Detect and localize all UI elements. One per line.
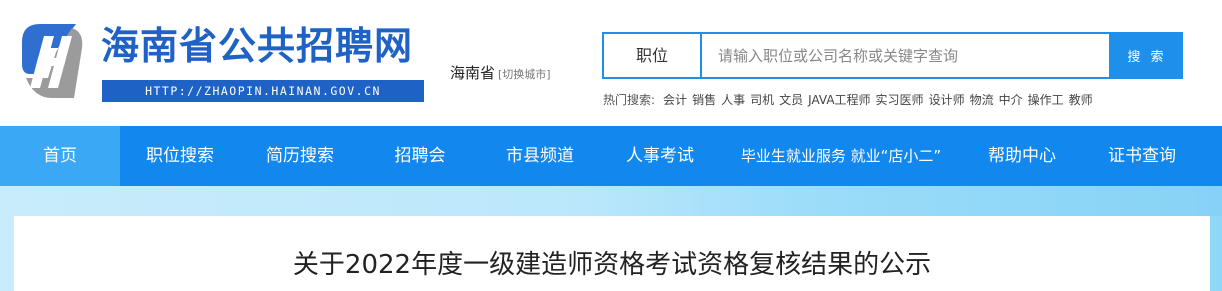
hot-search-term[interactable]: 文员 bbox=[779, 91, 803, 108]
nav-item-home[interactable]: 首页 bbox=[0, 126, 120, 186]
article-panel: 关于2022年度一级建造师资格考试资格复核结果的公示 bbox=[14, 216, 1210, 291]
hot-search-term[interactable]: 物流 bbox=[970, 91, 994, 108]
switch-city-link[interactable]: [切换城市] bbox=[498, 68, 551, 81]
hot-search-term[interactable]: 教师 bbox=[1069, 91, 1093, 108]
site-logo-icon[interactable] bbox=[14, 18, 86, 104]
search-type-select[interactable]: 职位 bbox=[604, 34, 702, 77]
nav-item-certificate-query[interactable]: 证书查询 bbox=[1082, 126, 1202, 186]
article-title: 关于2022年度一级建造师资格考试资格复核结果的公示 bbox=[292, 250, 932, 280]
search-box: 职位 bbox=[602, 32, 1111, 79]
hot-search-term[interactable]: 中介 bbox=[999, 91, 1023, 108]
search-input[interactable] bbox=[704, 34, 1109, 77]
nav-item-graduate-service[interactable]: 毕业生就业服务 就业“店小二” bbox=[720, 126, 962, 186]
hot-search-term[interactable]: 司机 bbox=[750, 91, 774, 108]
hot-search-label: 热门搜索: bbox=[603, 93, 656, 107]
nav-item-job-search[interactable]: 职位搜索 bbox=[120, 126, 240, 186]
hot-search-term[interactable]: 设计师 bbox=[929, 91, 965, 108]
hot-search-term[interactable]: 实习医师 bbox=[876, 91, 924, 108]
hot-search: 热门搜索: 会计 销售 人事 司机 文员 JAVA工程师 实习医师 设计师 物流… bbox=[603, 91, 1093, 108]
site-header: 海南省公共招聘网 HTTP://ZHAOPIN.HAINAN.GOV.CN 海南… bbox=[0, 0, 1222, 126]
search-button[interactable]: 搜 索 bbox=[1111, 32, 1183, 79]
nav-item-personnel-exam[interactable]: 人事考试 bbox=[600, 126, 720, 186]
nav-item-help-center[interactable]: 帮助中心 bbox=[962, 126, 1082, 186]
hot-search-term[interactable]: JAVA工程师 bbox=[808, 91, 870, 108]
site-url: HTTP://ZHAOPIN.HAINAN.GOV.CN bbox=[102, 80, 424, 102]
site-name[interactable]: 海南省公共招聘网 bbox=[101, 24, 413, 68]
nav-item-resume-search[interactable]: 简历搜索 bbox=[240, 126, 360, 186]
nav-item-job-fair[interactable]: 招聘会 bbox=[360, 126, 480, 186]
hot-search-term[interactable]: 人事 bbox=[721, 91, 745, 108]
hot-search-term[interactable]: 销售 bbox=[692, 91, 716, 108]
city-name: 海南省 bbox=[450, 64, 496, 82]
background-accent bbox=[580, 186, 1222, 216]
hot-search-term[interactable]: 会计 bbox=[663, 91, 687, 108]
main-nav: 首页 职位搜索 简历搜索 招聘会 市县频道 人事考试 毕业生就业服务 就业“店小… bbox=[0, 126, 1222, 186]
nav-item-city-channel[interactable]: 市县频道 bbox=[480, 126, 600, 186]
hot-search-term[interactable]: 操作工 bbox=[1028, 91, 1064, 108]
current-city: 海南省 [切换城市] bbox=[450, 62, 551, 83]
